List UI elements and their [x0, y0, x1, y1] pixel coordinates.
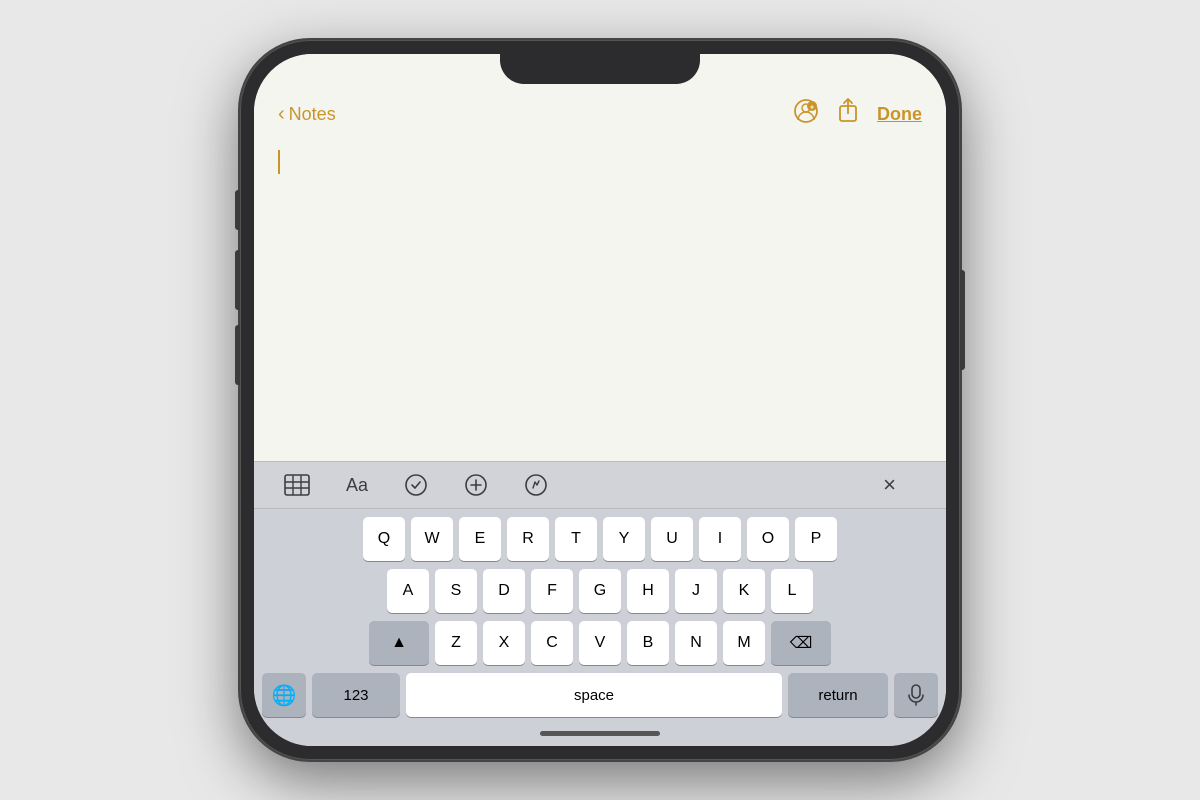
notes-app: ‹ Notes +: [254, 54, 946, 746]
done-button[interactable]: Done: [877, 104, 922, 125]
person-icon[interactable]: +: [793, 98, 819, 130]
nav-right-actions: + Done: [793, 98, 922, 130]
keyboard-bottom-row: 🌐 123 space return: [258, 673, 942, 721]
key-m[interactable]: M: [723, 621, 765, 665]
share-icon[interactable]: [837, 98, 859, 130]
mute-button[interactable]: [235, 190, 240, 230]
key-f[interactable]: F: [531, 569, 573, 613]
keyboard-row-1: Q W E R T Y U I O P: [258, 517, 942, 561]
back-label: Notes: [289, 104, 336, 125]
key-p[interactable]: P: [795, 517, 837, 561]
key-v[interactable]: V: [579, 621, 621, 665]
key-w[interactable]: W: [411, 517, 453, 561]
key-h[interactable]: H: [627, 569, 669, 613]
back-chevron-icon: ‹: [278, 103, 285, 126]
key-u[interactable]: U: [651, 517, 693, 561]
toolbar-icons: Aa: [254, 472, 946, 498]
key-r[interactable]: R: [507, 517, 549, 561]
key-a[interactable]: A: [387, 569, 429, 613]
markup-icon[interactable]: [524, 473, 548, 497]
phone-screen: ‹ Notes +: [254, 54, 946, 746]
key-j[interactable]: J: [675, 569, 717, 613]
format-text-icon[interactable]: Aa: [346, 475, 368, 496]
back-button[interactable]: ‹ Notes: [278, 103, 336, 126]
return-key[interactable]: return: [788, 673, 888, 717]
key-n[interactable]: N: [675, 621, 717, 665]
add-icon[interactable]: [464, 473, 488, 497]
notch: [500, 54, 700, 84]
key-t[interactable]: T: [555, 517, 597, 561]
key-o[interactable]: O: [747, 517, 789, 561]
key-g[interactable]: G: [579, 569, 621, 613]
checklist-icon[interactable]: [404, 473, 428, 497]
keyboard: Q W E R T Y U I O P A S D F G: [254, 509, 946, 725]
home-bar[interactable]: [540, 731, 660, 736]
microphone-key[interactable]: [894, 673, 938, 717]
key-e[interactable]: E: [459, 517, 501, 561]
volume-up-button[interactable]: [235, 250, 240, 310]
key-y[interactable]: Y: [603, 517, 645, 561]
power-button[interactable]: [960, 270, 965, 370]
numbers-key[interactable]: 123: [312, 673, 400, 717]
key-s[interactable]: S: [435, 569, 477, 613]
space-key[interactable]: space: [406, 673, 782, 717]
shift-key[interactable]: ▲: [369, 621, 429, 665]
home-indicator-area: [254, 725, 946, 746]
keyboard-row-2: A S D F G H J K L: [258, 569, 942, 613]
svg-text:+: +: [810, 105, 814, 112]
delete-key[interactable]: ⌫: [771, 621, 831, 665]
formatting-toolbar: Aa: [254, 461, 946, 509]
key-l[interactable]: L: [771, 569, 813, 613]
key-c[interactable]: C: [531, 621, 573, 665]
key-k[interactable]: K: [723, 569, 765, 613]
key-x[interactable]: X: [483, 621, 525, 665]
key-i[interactable]: I: [699, 517, 741, 561]
key-z[interactable]: Z: [435, 621, 477, 665]
key-d[interactable]: D: [483, 569, 525, 613]
volume-down-button[interactable]: [235, 325, 240, 385]
table-icon[interactable]: [284, 474, 310, 496]
note-text-area[interactable]: [254, 142, 946, 461]
text-cursor: [278, 150, 280, 174]
key-q[interactable]: Q: [363, 517, 405, 561]
key-b[interactable]: B: [627, 621, 669, 665]
phone-frame: ‹ Notes +: [240, 40, 960, 760]
keyboard-row-3: ▲ Z X C V B N M ⌫: [258, 621, 942, 665]
globe-key[interactable]: 🌐: [262, 673, 306, 717]
toolbar-close-icon[interactable]: ×: [883, 472, 896, 498]
